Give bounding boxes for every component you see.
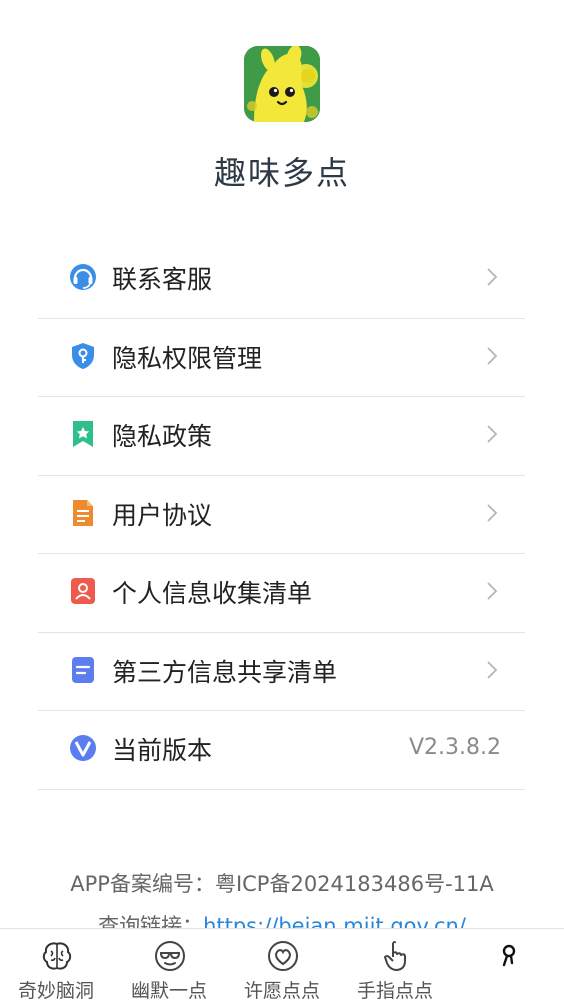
menu-item-label: 个人信息收集清单 [112, 579, 313, 608]
menu-item-personal-info-list[interactable]: 个人信息收集清单 [38, 554, 525, 633]
version-value: V2.3.8.2 [408, 735, 501, 760]
menu-item-privacy-policy[interactable]: 隐私政策 [38, 397, 525, 476]
chevron-right-icon [485, 266, 499, 288]
watermark-overlay [432, 976, 564, 1004]
menu-item-third-party-sharing-list[interactable]: 第三方信息共享清单 [38, 633, 525, 711]
query-link-row: 查询链接：https://beian.miit.gov.cn/ [0, 910, 564, 928]
menu-item-current-version[interactable]: 当前版本 V2.3.8.2 [38, 711, 525, 790]
settings-menu: 联系客服 隐私权限管理 隐私政策 用户协议 个人信息收集清单 第三方信息共享清单… [38, 240, 525, 790]
app-header: 趣味多点 [0, 0, 564, 230]
chevron-right-icon [485, 659, 499, 681]
brain-icon [40, 939, 74, 973]
app-logo-icon [244, 46, 320, 122]
menu-item-label: 第三方信息共享清单 [112, 657, 338, 687]
menu-item-label: 隐私政策 [112, 422, 213, 451]
icp-record-text: APP备案编号：粤ICP备2024183486号-11A [70, 872, 494, 896]
menu-item-label: 用户协议 [112, 500, 213, 530]
menu-item-privacy-permissions[interactable]: 隐私权限管理 [38, 319, 525, 397]
chevron-right-icon [485, 502, 499, 524]
version-v-icon [68, 733, 98, 763]
pointing-hand-icon [379, 939, 413, 973]
document-icon [68, 498, 98, 528]
heart-circle-icon [266, 939, 300, 973]
chevron-right-icon [485, 580, 499, 602]
person-icon [492, 939, 526, 973]
bookmark-star-icon [68, 419, 98, 449]
menu-item-label: 联系客服 [112, 265, 213, 294]
shield-key-icon [68, 341, 98, 371]
chevron-right-icon [485, 345, 499, 367]
query-link-label: 查询链接： [98, 914, 204, 928]
tab-brain[interactable]: 奇妙脑洞 [0, 929, 112, 1004]
tab-label: 许愿点点 [243, 980, 320, 1002]
tab-wish[interactable]: 许愿点点 [226, 929, 338, 1004]
chevron-right-icon [485, 423, 499, 445]
menu-item-label: 当前版本 [112, 736, 213, 765]
app-name: 趣味多点 [213, 154, 350, 192]
query-link[interactable]: https://beian.miit.gov.cn/ [203, 914, 466, 928]
sunglasses-face-icon [153, 939, 187, 973]
tab-humor[interactable]: 幽默一点 [113, 929, 225, 1004]
tab-label: 奇妙脑洞 [17, 980, 94, 1002]
headset-icon [68, 262, 98, 292]
person-card-icon [68, 576, 98, 606]
menu-item-contact-support[interactable]: 联系客服 [38, 240, 525, 319]
tab-label: 幽默一点 [130, 980, 207, 1002]
menu-item-label: 隐私权限管理 [112, 343, 263, 373]
list-document-icon [68, 655, 98, 685]
menu-item-user-agreement[interactable]: 用户协议 [38, 476, 525, 554]
